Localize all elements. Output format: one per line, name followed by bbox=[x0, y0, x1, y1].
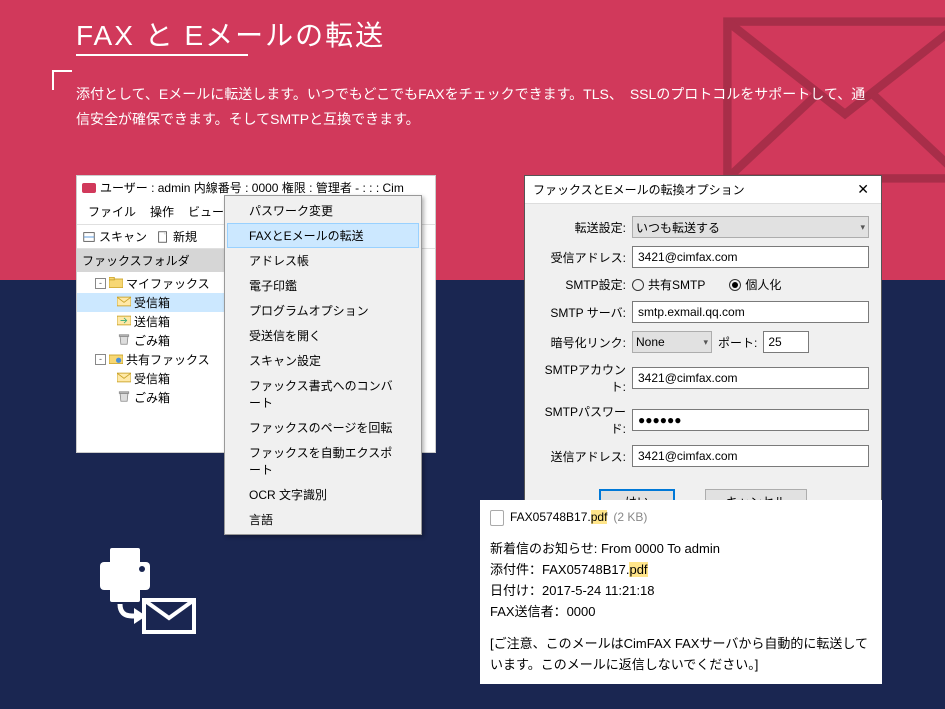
page-title: FAX と Eメールの転送 bbox=[76, 14, 385, 54]
trash-icon bbox=[117, 391, 131, 405]
menu-item[interactable]: FAXとEメールの転送 bbox=[227, 223, 419, 248]
label-enc: 暗号化リンク: bbox=[537, 334, 632, 351]
recv-address-input[interactable] bbox=[632, 246, 869, 268]
fax-to-mail-icon bbox=[90, 544, 200, 634]
toolbar-new[interactable]: 新規 bbox=[173, 228, 197, 245]
app-icon bbox=[82, 183, 96, 193]
label-port: ポート: bbox=[712, 334, 763, 351]
corner-bracket bbox=[52, 70, 72, 90]
title-underline bbox=[76, 54, 248, 56]
menu-item[interactable]: 電子印鑑 bbox=[227, 273, 419, 298]
menu-action[interactable]: 操作 bbox=[143, 201, 181, 222]
tree-item-label: 送信箱 bbox=[134, 313, 170, 330]
toolbar-scan[interactable]: スキャン bbox=[99, 228, 147, 245]
email-line-date: 日付け：2017-5-24 11:21:18 bbox=[490, 581, 872, 602]
tree-item-label: ごみ箱 bbox=[134, 389, 170, 406]
radio-personal[interactable]: 個人化 bbox=[729, 276, 781, 293]
menu-item[interactable]: パスワーク変更 bbox=[227, 198, 419, 223]
smtp-account-input[interactable] bbox=[632, 367, 869, 389]
forward-dialog: ファックスとEメールの転換オプション ✕ 転送設定: いつも転送する▾ 受信アド… bbox=[524, 175, 882, 529]
menu-item[interactable]: ファックス書式へのコンバート bbox=[227, 373, 419, 415]
tree-item-label: 共有ファックス bbox=[126, 351, 210, 368]
email-preview: FAX05748B17.pdf (2 KB) 新着信のお知らせ: From 00… bbox=[480, 500, 882, 684]
menu-item[interactable]: スキャン設定 bbox=[227, 348, 419, 373]
email-line-subject: 新着信のお知らせ: From 0000 To admin bbox=[490, 539, 872, 560]
file-icon bbox=[490, 510, 504, 526]
label-server: SMTP サーバ: bbox=[537, 304, 632, 321]
label-forward: 転送設定: bbox=[537, 219, 632, 236]
tree-item-label: マイファックス bbox=[126, 275, 210, 292]
label-recv: 受信アドレス: bbox=[537, 249, 632, 266]
forward-select[interactable]: いつも転送する▾ bbox=[632, 216, 869, 238]
menu-item[interactable]: 言語 bbox=[227, 507, 419, 532]
folder-my-icon bbox=[109, 277, 123, 291]
inbox-icon bbox=[117, 296, 131, 310]
app-window: ユーザー : admin 内線番号 : 0000 権限 : 管理者 - : : … bbox=[76, 175, 436, 453]
email-line-note: [ご注意、このメールはCimFAX FAXサーバから自動的に転送しています。この… bbox=[490, 634, 872, 676]
chevron-down-icon: ▾ bbox=[860, 222, 865, 233]
attachment-size: (2 KB) bbox=[613, 508, 647, 527]
trash-icon bbox=[117, 334, 131, 348]
titlebar-text: ユーザー : admin 内線番号 : 0000 権限 : 管理者 - : : … bbox=[100, 179, 404, 196]
menu-item[interactable]: プログラムオプション bbox=[227, 298, 419, 323]
smtp-server-input[interactable] bbox=[632, 301, 869, 323]
email-line-sender: FAX送信者：0000 bbox=[490, 602, 872, 623]
inbox-icon bbox=[117, 372, 131, 386]
scan-icon bbox=[82, 230, 96, 244]
menu-item[interactable]: ファックスを自動エクスポート bbox=[227, 440, 419, 482]
smtp-password-input[interactable] bbox=[632, 409, 869, 431]
menu-item[interactable]: ファックスのページを回転 bbox=[227, 415, 419, 440]
menu-item[interactable]: 受送信を開く bbox=[227, 323, 419, 348]
page-description: 添付として、Eメールに転送します。いつでもどこでもFAXをチェックできます。TL… bbox=[76, 82, 876, 132]
new-icon bbox=[156, 230, 170, 244]
tree-item-label: 受信箱 bbox=[134, 370, 170, 387]
label-smtp-set: SMTP設定: bbox=[537, 276, 632, 293]
tree-toggle-icon[interactable]: - bbox=[95, 278, 106, 289]
chevron-down-icon: ▾ bbox=[703, 337, 708, 348]
email-line-attach: 添付件：FAX05748B17.pdf bbox=[490, 560, 872, 581]
send-address-input[interactable] bbox=[632, 445, 869, 467]
dialog-title-text: ファックスとEメールの転換オプション bbox=[533, 181, 745, 198]
port-input[interactable] bbox=[763, 331, 809, 353]
menu-item[interactable]: アドレス帳 bbox=[227, 248, 419, 273]
folder-shared-icon bbox=[109, 353, 123, 367]
dialog-titlebar: ファックスとEメールの転換オプション ✕ bbox=[525, 176, 881, 204]
dialog-form: 転送設定: いつも転送する▾ 受信アドレス: SMTP設定: 共有SMTP 個人… bbox=[525, 204, 881, 479]
tree-item-label: ごみ箱 bbox=[134, 332, 170, 349]
menu-file[interactable]: ファイル bbox=[81, 201, 143, 222]
tree-item-label: 受信箱 bbox=[134, 294, 170, 311]
label-send: 送信アドレス: bbox=[537, 448, 632, 465]
close-icon[interactable]: ✕ bbox=[853, 181, 873, 198]
option-dropdown: パスワーク変更FAXとEメールの転送アドレス帳電子印鑑プログラムオプション受送信… bbox=[224, 195, 422, 535]
label-account: SMTPアカウント: bbox=[537, 361, 632, 395]
encryption-select[interactable]: None▾ bbox=[632, 331, 712, 353]
radio-shared[interactable]: 共有SMTP bbox=[632, 276, 705, 293]
outbox-icon bbox=[117, 315, 131, 329]
label-password: SMTPパスワード: bbox=[537, 403, 632, 437]
attachment-row[interactable]: FAX05748B17.pdf (2 KB) bbox=[490, 508, 872, 527]
tree-toggle-icon[interactable]: - bbox=[95, 354, 106, 365]
menu-item[interactable]: OCR 文字識別 bbox=[227, 482, 419, 507]
